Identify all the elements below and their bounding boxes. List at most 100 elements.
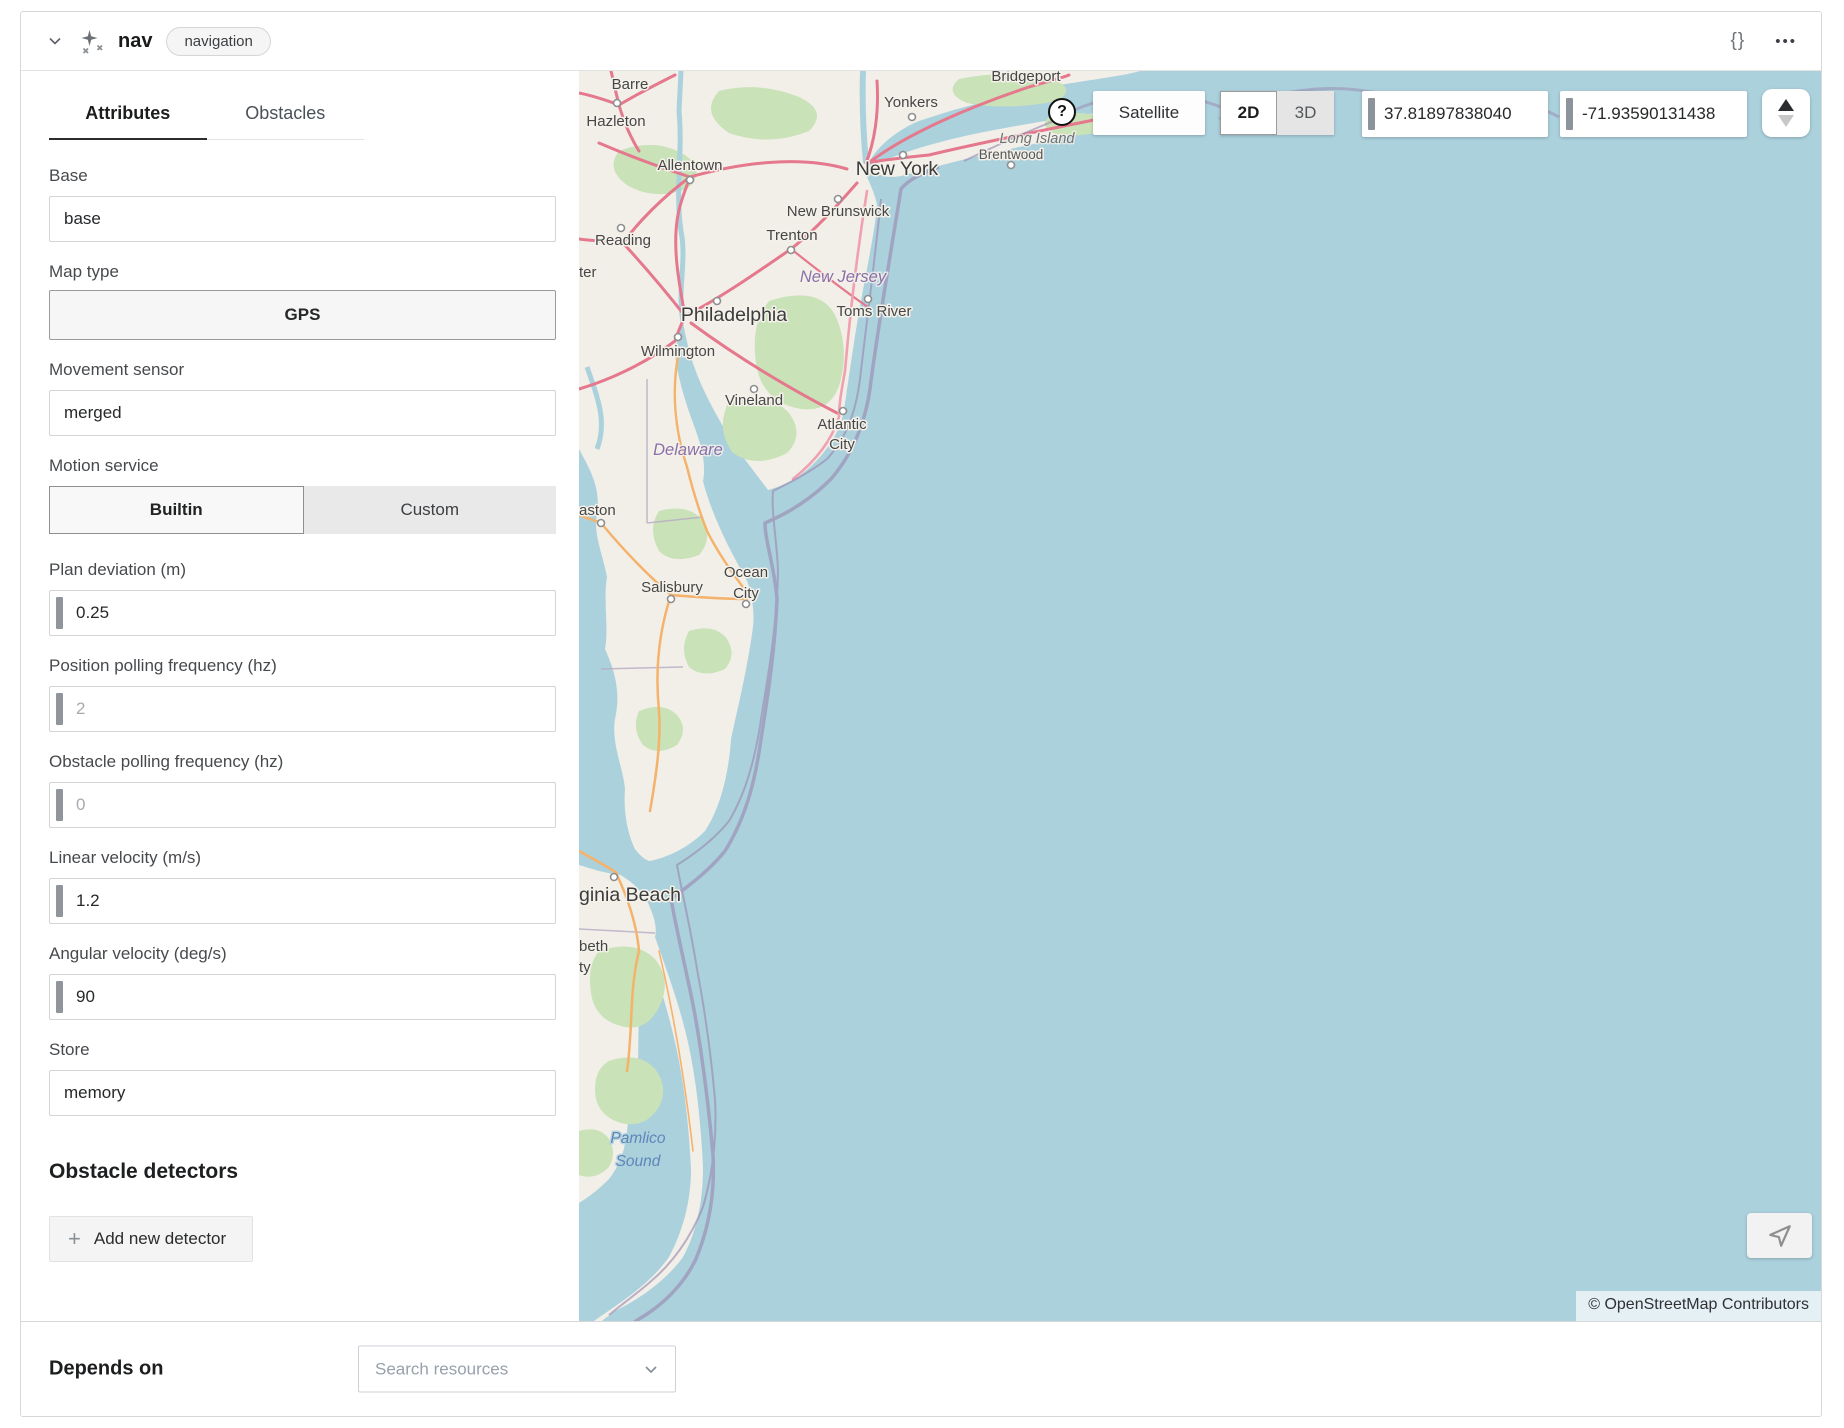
- svg-text:Barre: Barre: [612, 76, 649, 93]
- plan-deviation-input[interactable]: 0.25: [49, 590, 556, 636]
- navigation-service-icon: [79, 28, 106, 55]
- more-options-icon[interactable]: •••: [1775, 33, 1797, 50]
- plan-deviation-label: Plan deviation (m): [49, 560, 556, 580]
- svg-text:Vineland: Vineland: [725, 392, 783, 409]
- step-up-icon[interactable]: [1778, 99, 1794, 111]
- position-polling-placeholder: 2: [76, 699, 85, 719]
- movement-sensor-label: Movement sensor: [49, 360, 556, 380]
- svg-text:ter: ter: [579, 264, 597, 281]
- angular-velocity-input[interactable]: 90: [49, 974, 556, 1020]
- position-polling-label: Position polling frequency (hz): [49, 656, 556, 676]
- map-type-gps-button[interactable]: GPS: [49, 290, 556, 340]
- base-label: Base: [49, 166, 556, 186]
- obstacle-polling-placeholder: 0: [76, 795, 85, 815]
- svg-text:Toms River: Toms River: [836, 303, 911, 320]
- navigation-arrow-icon: [1767, 1223, 1793, 1249]
- linear-velocity-label: Linear velocity (m/s): [49, 848, 556, 868]
- tab-attributes[interactable]: Attributes: [49, 97, 207, 140]
- satellite-toggle-button[interactable]: Satellite: [1093, 91, 1205, 135]
- latitude-input[interactable]: 37.81897838040: [1362, 91, 1548, 137]
- numeric-drag-handle[interactable]: [56, 981, 63, 1013]
- position-polling-input[interactable]: 2: [49, 686, 556, 732]
- resource-type-badge: navigation: [166, 27, 270, 56]
- resource-card: nav navigation {} ••• Attributes Obstacl…: [20, 11, 1822, 1417]
- numeric-drag-handle[interactable]: [56, 693, 63, 725]
- numeric-drag-handle[interactable]: [56, 789, 63, 821]
- depends-on-select[interactable]: Search resources: [358, 1346, 676, 1393]
- config-panel: Attributes Obstacles Base base Map type …: [21, 71, 579, 1321]
- longitude-input[interactable]: -71.93590131438: [1560, 91, 1747, 137]
- map-canvas[interactable]: Barre Hazleton Allentown Yonkers Bridgeport L…: [579, 71, 1821, 1321]
- chevron-down-icon: [643, 1361, 659, 1377]
- svg-text:Hazleton: Hazleton: [586, 113, 645, 130]
- depends-on-section: Depends on Search resources: [21, 1321, 1821, 1416]
- svg-text:Reading: Reading: [595, 232, 651, 249]
- field-movement-sensor: Movement sensor merged: [49, 360, 556, 436]
- field-position-polling: Position polling frequency (hz) 2: [49, 656, 556, 732]
- collapse-chevron-icon[interactable]: [47, 32, 65, 50]
- svg-text:aston: aston: [579, 502, 616, 519]
- svg-text:Wilmington: Wilmington: [641, 343, 715, 360]
- obstacle-polling-input[interactable]: 0: [49, 782, 556, 828]
- movement-sensor-input[interactable]: merged: [49, 390, 556, 436]
- svg-text:Delaware: Delaware: [653, 441, 723, 459]
- depends-on-placeholder: Search resources: [375, 1359, 508, 1379]
- numeric-drag-handle[interactable]: [56, 597, 63, 629]
- json-mode-icon[interactable]: {}: [1731, 30, 1746, 52]
- svg-text:ginia Beach: ginia Beach: [579, 884, 681, 906]
- motion-service-custom-option[interactable]: Custom: [304, 486, 557, 534]
- angular-velocity-value: 90: [76, 987, 95, 1007]
- svg-text:Allentown: Allentown: [657, 157, 722, 174]
- add-detector-button[interactable]: + Add new detector: [49, 1216, 253, 1262]
- map-3d-button[interactable]: 3D: [1277, 91, 1334, 135]
- svg-text:Philadelphia: Philadelphia: [681, 304, 787, 326]
- plus-icon: +: [68, 1228, 81, 1250]
- field-map-type: Map type GPS: [49, 262, 556, 340]
- map-attribution: © OpenStreetMap Contributors: [1576, 1291, 1821, 1321]
- svg-text:New Jersey: New Jersey: [800, 268, 888, 286]
- field-store: Store memory: [49, 1040, 556, 1116]
- numeric-drag-handle[interactable]: [1566, 98, 1573, 130]
- linear-velocity-value: 1.2: [76, 891, 100, 911]
- card-header: nav navigation {} •••: [21, 12, 1821, 71]
- store-label: Store: [49, 1040, 556, 1060]
- recenter-button[interactable]: [1747, 1213, 1812, 1258]
- latitude-value: 37.81897838040: [1384, 104, 1512, 124]
- field-plan-deviation: Plan deviation (m) 0.25: [49, 560, 556, 636]
- numeric-drag-handle[interactable]: [56, 885, 63, 917]
- longitude-value: -71.93590131438: [1582, 104, 1715, 124]
- depends-on-title: Depends on: [49, 1358, 163, 1381]
- svg-text:ty: ty: [579, 959, 591, 976]
- svg-text:New York: New York: [856, 158, 939, 180]
- motion-service-label: Motion service: [49, 456, 556, 476]
- base-input[interactable]: base: [49, 196, 556, 242]
- map-type-label: Map type: [49, 262, 556, 282]
- zoom-stepper[interactable]: [1762, 89, 1810, 137]
- obstacle-detectors-heading: Obstacle detectors: [49, 1160, 556, 1184]
- store-input[interactable]: memory: [49, 1070, 556, 1116]
- field-angular-velocity: Angular velocity (deg/s) 90: [49, 944, 556, 1020]
- navigation-map[interactable]: Barre Hazleton Allentown Yonkers Bridgeport L…: [579, 71, 1821, 1321]
- map-dimension-toggle: 2D 3D: [1220, 91, 1334, 135]
- map-help-icon[interactable]: ?: [1048, 98, 1076, 126]
- svg-text:Salisbury: Salisbury: [641, 579, 703, 596]
- svg-text:beth: beth: [579, 938, 608, 955]
- numeric-drag-handle[interactable]: [1368, 98, 1375, 130]
- svg-text:Long Island: Long Island: [1000, 131, 1076, 147]
- svg-text:Bridgeport: Bridgeport: [991, 71, 1061, 85]
- add-detector-label: Add new detector: [94, 1229, 226, 1249]
- svg-text:New Brunswick: New Brunswick: [787, 203, 890, 220]
- resource-title: nav: [118, 30, 152, 53]
- svg-text:Yonkers: Yonkers: [884, 94, 938, 111]
- field-obstacle-polling: Obstacle polling frequency (hz) 0: [49, 752, 556, 828]
- angular-velocity-label: Angular velocity (deg/s): [49, 944, 556, 964]
- map-2d-button[interactable]: 2D: [1220, 91, 1277, 135]
- step-down-icon[interactable]: [1778, 115, 1794, 127]
- linear-velocity-input[interactable]: 1.2: [49, 878, 556, 924]
- tab-bar: Attributes Obstacles: [49, 97, 364, 140]
- svg-text:Brentwood: Brentwood: [979, 147, 1044, 162]
- field-motion-service: Motion service Builtin Custom: [49, 456, 556, 534]
- motion-service-builtin-option[interactable]: Builtin: [49, 486, 304, 534]
- tab-obstacles[interactable]: Obstacles: [207, 97, 365, 140]
- plan-deviation-value: 0.25: [76, 603, 109, 623]
